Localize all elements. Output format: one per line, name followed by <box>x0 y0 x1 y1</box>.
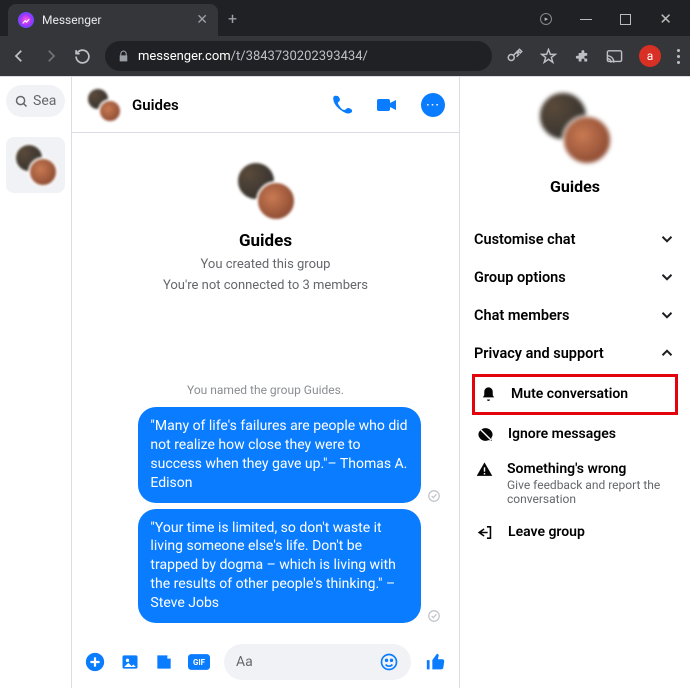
chat-title[interactable]: Guides <box>132 96 321 114</box>
star-icon[interactable] <box>540 48 557 65</box>
chat-intro-line1: You created this group <box>201 257 331 272</box>
chat-header-avatar <box>86 87 122 123</box>
new-tab-button[interactable]: + <box>228 9 237 28</box>
chevron-down-icon <box>658 268 676 286</box>
warning-icon <box>476 461 493 478</box>
extensions-icon[interactable] <box>573 48 590 65</box>
bell-icon <box>479 386 497 403</box>
message-bubble: "Your time is limited, so don't waste it… <box>138 509 421 623</box>
gif-icon[interactable]: GIF <box>188 652 210 672</box>
voice-call-icon[interactable] <box>331 94 353 116</box>
group-options-section[interactable]: Group options <box>472 258 678 296</box>
menu-icon[interactable] <box>677 49 680 64</box>
something-wrong-item[interactable]: Something's wrong Give feedback and repo… <box>472 452 678 515</box>
key-icon[interactable] <box>506 47 524 65</box>
window-maximize-icon[interactable] <box>620 14 631 25</box>
chat-intro-avatar <box>236 161 296 221</box>
chat-intro-title: Guides <box>239 231 292 251</box>
search-placeholder: Sea <box>33 93 56 109</box>
address-bar[interactable]: messenger.com/t/3843730202393434/ <box>105 41 492 71</box>
conversation-item[interactable] <box>6 137 65 193</box>
forward-icon <box>42 47 60 65</box>
add-icon[interactable] <box>84 651 106 673</box>
window-close-icon[interactable]: ✕ <box>659 10 672 28</box>
url-text: messenger.com/t/3843730202393434/ <box>138 49 368 64</box>
chevron-down-icon <box>658 230 676 248</box>
leave-group-item[interactable]: Leave group <box>472 515 678 550</box>
message-input[interactable]: Aa <box>224 644 411 680</box>
info-panel-title: Guides <box>550 177 600 196</box>
tab-title: Messenger <box>42 13 188 27</box>
leave-icon <box>476 524 494 541</box>
like-icon[interactable] <box>425 651 447 673</box>
ignore-icon <box>476 426 494 443</box>
back-icon[interactable] <box>10 47 28 65</box>
cast-icon[interactable] <box>606 48 623 65</box>
emoji-icon[interactable] <box>379 652 399 672</box>
chevron-down-icon <box>658 306 676 324</box>
reload-icon[interactable] <box>74 48 91 65</box>
delivered-icon <box>427 489 441 503</box>
group-avatar <box>14 143 58 187</box>
delivered-icon <box>427 609 441 623</box>
video-call-icon[interactable] <box>375 93 399 117</box>
system-message: You named the group Guides. <box>187 383 344 397</box>
music-indicator-icon[interactable]: ▸ <box>540 13 552 25</box>
tab-close-icon[interactable]: ✕ <box>196 12 208 28</box>
photo-icon[interactable] <box>120 652 140 672</box>
mute-conversation-item[interactable]: Mute conversation <box>472 374 678 415</box>
chat-info-icon[interactable]: ⋯ <box>421 93 445 117</box>
window-minimize-icon[interactable] <box>580 19 592 20</box>
chat-intro-line2: You're not connected to 3 members <box>163 278 368 293</box>
profile-avatar[interactable]: a <box>639 45 661 67</box>
sidebar-search[interactable]: Sea <box>6 85 65 117</box>
browser-tab[interactable]: Messenger ✕ <box>8 4 218 36</box>
ignore-messages-item[interactable]: Ignore messages <box>472 417 678 452</box>
svg-text:GIF: GIF <box>193 658 206 667</box>
chevron-up-icon <box>658 344 676 362</box>
search-icon <box>14 94 29 109</box>
lock-icon <box>117 50 130 63</box>
info-panel-avatar <box>538 91 612 165</box>
privacy-support-section[interactable]: Privacy and support <box>472 334 678 372</box>
messenger-favicon <box>18 12 34 28</box>
customise-chat-section[interactable]: Customise chat <box>472 220 678 258</box>
message-bubble: "Many of life's failures are people who … <box>138 407 421 503</box>
sticker-icon[interactable] <box>154 652 174 672</box>
chat-members-section[interactable]: Chat members <box>472 296 678 334</box>
message-placeholder: Aa <box>236 654 253 670</box>
